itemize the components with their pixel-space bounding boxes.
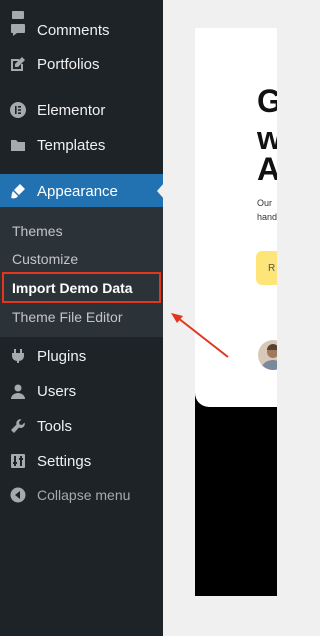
annotation-arrow	[171, 313, 229, 358]
